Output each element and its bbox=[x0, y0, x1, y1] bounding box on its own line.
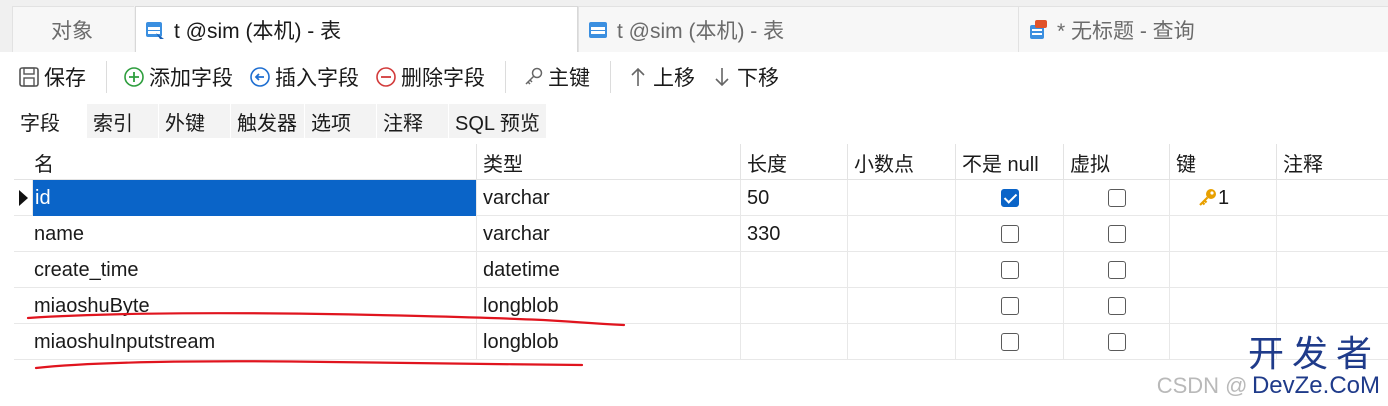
watermark: 开发者 CSDN @ DevZe.CoM bbox=[1157, 336, 1380, 400]
watermark-cn: 开发者 bbox=[1247, 333, 1380, 374]
watermark-csdn: CSDN @ bbox=[1156, 373, 1248, 398]
watermark-devze: DevZe.CoM bbox=[1251, 372, 1380, 399]
